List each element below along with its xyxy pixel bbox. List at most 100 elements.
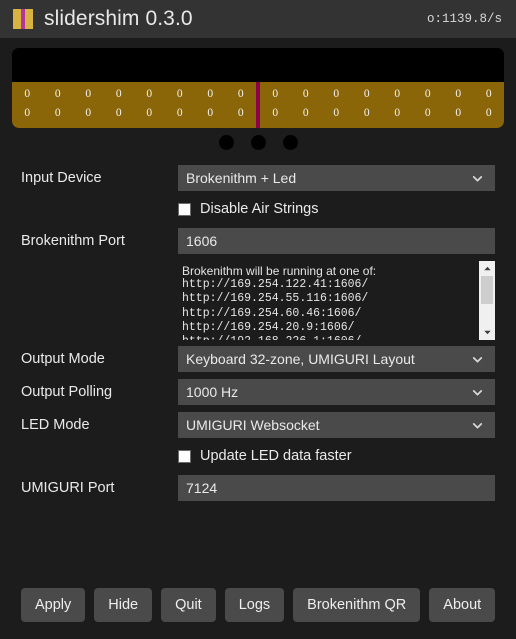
- quit-button[interactable]: Quit: [161, 588, 216, 622]
- slider-zone-value: 0: [272, 88, 279, 100]
- app-title: slidershim 0.3.0: [44, 7, 193, 30]
- chevron-down-icon: [471, 353, 484, 366]
- slider-zone-column: 00: [382, 82, 413, 128]
- brokenithm-port-label: Brokenithm Port: [21, 233, 125, 249]
- slider-zone-value: 0: [302, 88, 309, 100]
- slider-zone-column: 00: [352, 82, 383, 128]
- chevron-down-icon: [471, 419, 484, 432]
- disable-air-strings-checkbox[interactable]: [178, 202, 191, 216]
- brokenithm-url[interactable]: http://192.168.226.1:1606/: [182, 335, 479, 340]
- about-button[interactable]: About: [429, 588, 496, 622]
- output-polling-select[interactable]: 1000 Hz: [178, 379, 495, 405]
- slider-zone-value: 0: [485, 107, 492, 119]
- slider-zone-column: 00: [474, 82, 505, 128]
- slidershim-window: slidershim 0.3.0 o:1139.8/s 000000000000…: [0, 0, 516, 639]
- brokenithm-url[interactable]: http://169.254.60.46:1606/: [182, 307, 479, 321]
- slider-zone-column: 00: [104, 82, 135, 128]
- led-mode-field: UMIGURI Websocket: [178, 412, 495, 438]
- chevron-down-icon: [471, 386, 484, 399]
- input-device-select[interactable]: Brokenithm + Led: [178, 165, 495, 191]
- slider-zone-column: 00: [73, 82, 104, 128]
- slider-zone-value: 0: [176, 88, 183, 100]
- slider-zone-column: 00: [443, 82, 474, 128]
- hide-button[interactable]: Hide: [94, 588, 153, 622]
- slider-zone-column: 00: [165, 82, 196, 128]
- slider-zone-column: 00: [12, 82, 43, 128]
- slider-zone-value: 0: [237, 88, 244, 100]
- settings-form: Input Device Brokenithm + Led Disable Ai…: [21, 165, 495, 501]
- triangle-down-icon[interactable]: [479, 325, 495, 340]
- slider-zone-value: 0: [176, 107, 183, 119]
- output-mode-value: Keyboard 32-zone, UMIGURI Layout: [186, 351, 415, 367]
- slider-zone-column: 00: [321, 82, 352, 128]
- scrollbar-thumb[interactable]: [481, 276, 493, 304]
- slider-zone-value: 0: [485, 88, 492, 100]
- brokenithm-port-input[interactable]: [178, 228, 495, 254]
- slider-zone-column: 00: [195, 82, 226, 128]
- output-polling-label: Output Polling: [21, 384, 113, 400]
- brokenithm-url[interactable]: http://169.254.122.41:1606/: [182, 278, 479, 292]
- action-button-bar: Apply Hide Quit Logs Brokenithm QR About: [21, 588, 496, 622]
- output-polling-value: 1000 Hz: [186, 384, 239, 400]
- output-rate-status: o:1139.8/s: [426, 12, 502, 26]
- slider-zone-value: 0: [24, 107, 31, 119]
- row-led-mode: LED Mode UMIGURI Websocket: [21, 412, 495, 438]
- scrollbar-track[interactable]: [479, 276, 495, 325]
- slider-zone-value: 0: [115, 107, 122, 119]
- slider-zone-column: 00: [260, 82, 291, 128]
- slider-zone-value: 0: [115, 88, 122, 100]
- slider-zone-value: 0: [146, 88, 153, 100]
- brokenithm-url[interactable]: http://169.254.55.116:1606/: [182, 292, 479, 306]
- row-umiguri-port: UMIGURI Port: [21, 475, 495, 501]
- slider-zone-value: 0: [24, 88, 31, 100]
- umiguri-port-label: UMIGURI Port: [21, 480, 115, 496]
- brokenithm-url-list: Brokenithm will be running at one of: htt…: [178, 261, 495, 340]
- led-mode-label: LED Mode: [21, 417, 90, 433]
- output-mode-select[interactable]: Keyboard 32-zone, UMIGURI Layout: [178, 346, 495, 372]
- slider-zone-value: 0: [455, 107, 462, 119]
- led-mode-select[interactable]: UMIGURI Websocket: [178, 412, 495, 438]
- led-indicator-dot: [218, 135, 234, 150]
- input-device-value: Brokenithm + Led: [186, 170, 297, 186]
- slider-zone-value: 0: [363, 107, 370, 119]
- slider-zone-value: 0: [54, 88, 61, 100]
- info-scrollbar[interactable]: [479, 261, 495, 340]
- brokenithm-qr-button[interactable]: Brokenithm QR: [293, 588, 421, 622]
- slider-zone-value: 0: [237, 107, 244, 119]
- air-strings-display: [12, 48, 504, 82]
- row-input-device: Input Device Brokenithm + Led: [21, 165, 495, 191]
- output-mode-label: Output Mode: [21, 351, 105, 367]
- slider-zone-value: 0: [207, 88, 214, 100]
- slider-zone-column: 00: [291, 82, 322, 128]
- brokenithm-port-field: [178, 228, 495, 254]
- output-polling-field: 1000 Hz: [178, 379, 495, 405]
- brokenithm-url-lines: Brokenithm will be running at one of: htt…: [178, 261, 479, 340]
- slider-zone-value: 0: [302, 107, 309, 119]
- logs-button[interactable]: Logs: [224, 588, 285, 622]
- update-led-faster-checkbox[interactable]: [178, 449, 191, 463]
- input-device-label: Input Device: [21, 170, 102, 186]
- slider-zone-value: 0: [394, 88, 401, 100]
- input-device-field: Brokenithm + Led: [178, 165, 495, 191]
- brokenithm-url[interactable]: http://169.254.20.9:1606/: [182, 321, 479, 335]
- row-disable-air-strings: Disable Air Strings: [178, 198, 495, 220]
- apply-button[interactable]: Apply: [21, 588, 86, 622]
- triangle-up-icon[interactable]: [479, 261, 495, 276]
- row-output-mode: Output Mode Keyboard 32-zone, UMIGURI La…: [21, 346, 495, 372]
- umiguri-port-field: [178, 475, 495, 501]
- brokenithm-info-header: Brokenithm will be running at one of:: [182, 264, 377, 278]
- slider-zone-value: 0: [363, 88, 370, 100]
- led-indicator-dots: [12, 135, 504, 153]
- row-output-polling: Output Polling 1000 Hz: [21, 379, 495, 405]
- titlebar: slidershim 0.3.0 o:1139.8/s: [0, 0, 516, 38]
- led-mode-value: UMIGURI Websocket: [186, 417, 320, 433]
- row-brokenithm-info: Brokenithm will be running at one of: htt…: [21, 261, 495, 340]
- slider-zone-value: 0: [85, 88, 92, 100]
- slider-zone-value: 0: [455, 88, 462, 100]
- slidershim-logo-icon: [13, 9, 33, 29]
- slider-zone-column: 00: [43, 82, 74, 128]
- slider-zone-value: 0: [333, 107, 340, 119]
- umiguri-port-input[interactable]: [178, 475, 495, 501]
- slider-zones-display: 00000000000000000000000000000000: [12, 82, 504, 128]
